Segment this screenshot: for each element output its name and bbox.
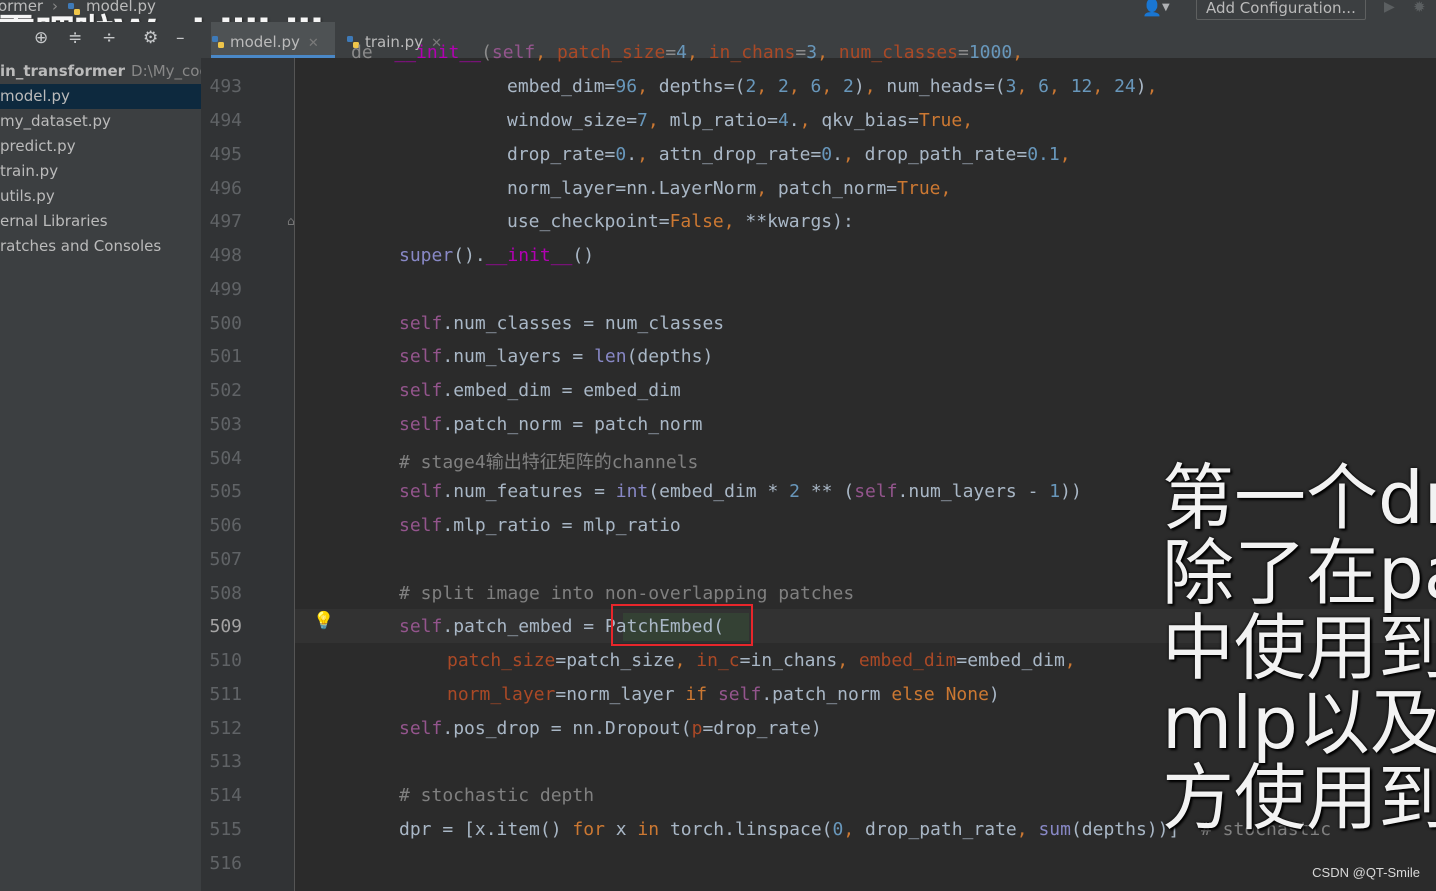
tab-label: model.py xyxy=(230,33,300,51)
line-number: 498 xyxy=(209,245,242,266)
line-number: 505 xyxy=(209,481,242,502)
line-number: 502 xyxy=(209,380,242,401)
line-number: 493 xyxy=(209,76,242,97)
debug-icon[interactable]: ✹ xyxy=(1413,0,1426,16)
line-number: 503 xyxy=(209,414,242,435)
subtitle-line: 第一个dr xyxy=(1162,456,1436,540)
line-number: 496 xyxy=(209,178,242,199)
tree-root-path: D:\My_code xyxy=(131,62,201,80)
line-number: 494 xyxy=(209,110,242,131)
code-line-502: self.embed_dim = embed_dim xyxy=(399,380,681,401)
line-number: 516 xyxy=(209,853,242,874)
line-number: 514 xyxy=(209,785,242,806)
code-line-504: # stage4输出特征矩阵的channels xyxy=(399,452,699,473)
project-tree: in_transformer D:\My_code model.py my_dat… xyxy=(0,58,201,891)
code-line-494: window_size=7, mlp_ratio=4., qkv_bias=Tr… xyxy=(507,110,974,131)
code-line-510: patch_size=patch_size, in_c=in_chans, em… xyxy=(447,650,1076,671)
tree-root-label: in_transformer xyxy=(0,62,126,80)
tab-model-py[interactable]: model.py ✕ xyxy=(211,22,335,58)
subtitle-line: 方使用到 xyxy=(1162,756,1436,840)
fold-marker-icon[interactable]: ⌂ xyxy=(287,214,301,228)
code-line-495: drop_rate=0., attn_drop_rate=0., drop_pa… xyxy=(507,144,1071,165)
line-number: 497 xyxy=(209,211,242,232)
code-line-501: self.num_layers = len(depths) xyxy=(399,346,714,367)
code-line-512: self.pos_drop = nn.Dropout(p=drop_rate) xyxy=(399,718,822,739)
close-icon[interactable]: ✕ xyxy=(308,36,319,51)
tree-item-model-py[interactable]: model.py xyxy=(0,84,201,109)
line-number: 510 xyxy=(209,650,242,671)
subtitle-line: mlp以及i xyxy=(1162,681,1436,765)
line-number: 506 xyxy=(209,515,242,536)
tree-item-scratches-consoles[interactable]: ratches and Consoles xyxy=(0,234,201,259)
user-icon[interactable]: 👤 xyxy=(1142,0,1162,17)
line-number: 512 xyxy=(209,718,242,739)
code-line-partial: de __init__(self, patch_size=4, in_chans… xyxy=(351,42,1024,63)
code-line-508: # split image into non-overlapping patch… xyxy=(399,583,855,604)
tree-root[interactable]: in_transformer D:\My_code xyxy=(0,59,201,84)
tree-item-train-py[interactable]: train.py xyxy=(0,159,201,184)
line-number: 499 xyxy=(209,279,242,300)
code-line-493: embed_dim=96, depths=(2, 2, 6, 2), num_h… xyxy=(507,76,1158,97)
line-number: 511 xyxy=(209,684,242,705)
code-line-503: self.patch_norm = patch_norm xyxy=(399,414,703,435)
annotation-highlight-box xyxy=(611,604,753,646)
gear-icon[interactable]: ⚙ xyxy=(143,28,158,48)
tree-item-external-libraries[interactable]: ernal Libraries xyxy=(0,209,201,234)
tree-item-predict-py[interactable]: predict.py xyxy=(0,134,201,159)
lightbulb-icon[interactable]: 💡 xyxy=(313,611,334,631)
code-line-500: self.num_classes = num_classes xyxy=(399,313,725,334)
csdn-watermark: CSDN @QT-Smile xyxy=(1312,865,1420,880)
code-line-511: norm_layer=norm_layer if self.patch_norm… xyxy=(447,684,1000,705)
line-number: 500 xyxy=(209,313,242,334)
minimize-icon[interactable]: – xyxy=(176,28,185,48)
code-line-506: self.mlp_ratio = mlp_ratio xyxy=(399,515,681,536)
code-line-514: # stochastic depth xyxy=(399,785,595,806)
subtitle-line: 除了在pa xyxy=(1162,531,1436,615)
line-number: 504 xyxy=(209,448,242,469)
run-icon[interactable]: ▶ xyxy=(1384,0,1395,15)
code-line-505: self.num_features = int(embed_dim * 2 **… xyxy=(399,481,1082,502)
line-number: 515 xyxy=(209,819,242,840)
line-number: 507 xyxy=(209,549,242,570)
line-number: 508 xyxy=(209,583,242,604)
project-toolbar: ⊕ ≑ ÷ ⚙ – xyxy=(0,22,201,58)
add-configuration-button[interactable]: Add Configuration... xyxy=(1196,0,1366,20)
expand-icon[interactable]: ÷ xyxy=(102,28,116,48)
python-file-icon xyxy=(212,36,224,48)
code-line-496: norm_layer=nn.LayerNorm, patch_norm=True… xyxy=(507,178,952,199)
code-line-497: use_checkpoint=False, **kwargs): xyxy=(507,211,854,232)
line-number-current: 509 xyxy=(209,616,242,637)
tree-item-utils-py[interactable]: utils.py xyxy=(0,184,201,209)
line-number: 501 xyxy=(209,346,242,367)
code-line-498: super().__init__() xyxy=(399,245,595,266)
subtitle-line: 中使用到 xyxy=(1162,606,1436,690)
chevron-down-icon[interactable]: ▼ xyxy=(1162,2,1170,13)
tree-item-my-dataset-py[interactable]: my_dataset.py xyxy=(0,109,201,134)
collapse-icon[interactable]: ≑ xyxy=(68,28,82,48)
line-number: 495 xyxy=(209,144,242,165)
locate-icon[interactable]: ⊕ xyxy=(34,28,48,48)
line-number: 513 xyxy=(209,751,242,772)
